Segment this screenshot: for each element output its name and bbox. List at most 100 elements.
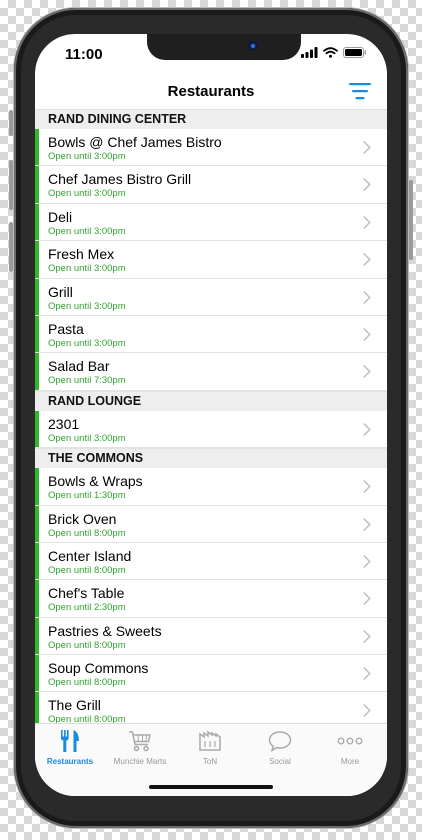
open-hours: Open until 3:00pm (48, 337, 126, 349)
open-hours: Open until 3:00pm (48, 300, 126, 312)
restaurant-name: Pastries & Sweets (48, 622, 162, 639)
battery-icon (343, 47, 366, 58)
chevron-right-icon (363, 365, 371, 379)
restaurant-name: Pasta (48, 320, 84, 337)
open-status-indicator (35, 655, 39, 692)
open-hours: Open until 1:30pm (48, 490, 126, 502)
phone-screen: 11:00 Restaurants RAND DINING CENTER Bowl… (35, 34, 387, 796)
open-status-indicator (35, 617, 39, 655)
chevron-right-icon (363, 667, 371, 680)
open-hours: Open until 3:00pm (48, 432, 126, 444)
fork-knife-icon (61, 730, 79, 752)
section-header: RAND DINING CENTER (35, 109, 387, 129)
restaurant-name: 2301 (48, 415, 80, 432)
tab-munchie-marts[interactable]: Munchie Marts (105, 730, 175, 766)
restaurant-row[interactable]: Soup Commons Open until 8:00pm (35, 655, 387, 693)
chevron-right-icon (363, 253, 371, 266)
tab-restaurants[interactable]: Restaurants (35, 730, 105, 766)
silent-switch (9, 110, 13, 136)
open-hours: Open until 3:00pm (48, 225, 126, 237)
tab-label: ToN (202, 757, 218, 766)
restaurant-name: Chef James Bistro Grill (48, 171, 192, 188)
restaurant-name: Bowls @ Chef James Bistro (48, 134, 222, 150)
restaurant-row[interactable]: Grill Open until 3:00pm (35, 278, 387, 316)
open-hours: Open until 8:00pm (48, 639, 126, 651)
signal-icon (301, 47, 318, 58)
restaurant-row[interactable]: Salad Bar Open until 7:30pm (35, 353, 387, 391)
home-indicator[interactable] (149, 785, 273, 789)
restaurant-name: Grill (48, 283, 73, 300)
restaurant-row[interactable]: Deli Open until 3:00pm (35, 203, 387, 242)
chevron-right-icon (363, 629, 371, 643)
restaurant-name: The Grill (48, 697, 101, 714)
open-status-indicator (35, 278, 39, 315)
open-status-indicator (35, 542, 39, 580)
filter-icon[interactable] (349, 82, 371, 100)
page-title: Restaurants (167, 83, 255, 100)
volume-up-button (9, 160, 13, 210)
building-icon (199, 730, 221, 751)
open-status-indicator (35, 166, 39, 203)
section-header: RAND LOUNGE (35, 390, 387, 411)
restaurant-name: Soup Commons (48, 660, 149, 677)
restaurant-row[interactable]: Pastries & Sweets Open until 8:00pm (35, 617, 387, 656)
restaurant-row[interactable]: Bowls @ Chef James Bistro Open until 3:00… (35, 129, 387, 167)
open-status-indicator (35, 410, 39, 448)
tab-ton[interactable]: ToN (175, 730, 245, 766)
open-hours: Open until 3:00pm (48, 188, 126, 200)
open-hours: Open until 2:30pm (48, 602, 126, 614)
chevron-right-icon (363, 704, 371, 718)
restaurant-name: Bowls & Wraps (48, 473, 143, 490)
restaurant-row[interactable]: Center Island Open until 8:00pm (35, 542, 387, 581)
chevron-right-icon (363, 592, 371, 606)
restaurant-list[interactable]: RAND DINING CENTER Bowls @ Chef James Bis… (35, 109, 387, 730)
restaurant-name: Chef's Table (48, 585, 125, 602)
open-hours: Open until 3:00pm (48, 263, 126, 275)
restaurant-name: Center Island (48, 547, 132, 564)
restaurant-row[interactable]: Pasta Open until 3:00pm (35, 315, 387, 354)
chevron-right-icon (363, 555, 371, 568)
status-icons (301, 47, 367, 58)
restaurant-row[interactable]: Brick Oven Open until 8:00pm (35, 505, 387, 543)
tab-social[interactable]: Social (245, 730, 315, 766)
open-hours: Open until 7:30pm (48, 375, 126, 387)
notch (147, 34, 301, 60)
open-status-indicator (35, 580, 39, 617)
restaurant-row[interactable]: Fresh Mex Open until 3:00pm (35, 241, 387, 279)
chevron-right-icon (363, 422, 371, 436)
front-camera (248, 41, 258, 51)
volume-down-button (9, 222, 13, 272)
tab-label: Munchie Marts (113, 757, 167, 766)
chat-bubble-icon (268, 731, 292, 752)
chevron-right-icon (363, 328, 371, 341)
power-button (409, 180, 413, 260)
restaurant-row[interactable]: 2301 Open until 3:00pm (35, 410, 387, 449)
tab-label: More (340, 757, 360, 766)
tab-more[interactable]: More (315, 730, 385, 766)
open-status-indicator (35, 315, 39, 353)
open-status-indicator (35, 353, 39, 390)
open-hours: Open until 8:00pm (48, 564, 126, 576)
restaurant-name: Fresh Mex (48, 246, 115, 263)
tab-bar: Restaurants Munchie Marts ToN Social Mor… (35, 723, 387, 796)
chevron-right-icon (363, 215, 371, 229)
open-status-indicator (35, 468, 39, 505)
open-status-indicator (35, 505, 39, 542)
open-hours: Open until 8:00pm (48, 527, 126, 539)
section-header: THE COMMONS (35, 448, 387, 469)
restaurant-name: Salad Bar (48, 358, 110, 375)
status-time: 11:00 (65, 46, 103, 63)
cart-icon (129, 731, 151, 752)
tab-label: Social (269, 757, 291, 766)
chevron-right-icon (363, 480, 371, 493)
chevron-right-icon (363, 178, 371, 192)
restaurant-row[interactable]: Chef James Bistro Grill Open until 3:00pm (35, 166, 387, 204)
restaurant-row[interactable]: Bowls & Wraps Open until 1:30pm (35, 468, 387, 506)
restaurant-name: Brick Oven (48, 510, 117, 527)
open-hours: Open until 3:00pm (48, 151, 126, 162)
more-dots-icon (337, 737, 363, 745)
restaurant-row[interactable]: Chef's Table Open until 2:30pm (35, 580, 387, 618)
open-status-indicator (35, 129, 39, 166)
open-status-indicator (35, 241, 39, 278)
wifi-icon (323, 47, 338, 58)
